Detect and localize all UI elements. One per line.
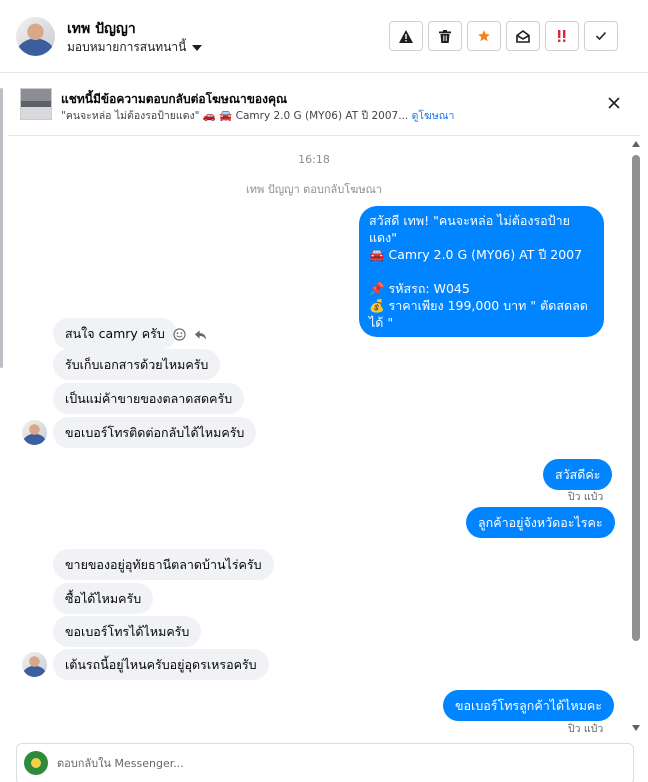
message-bubble-incoming[interactable]: รับเก็บเอกสารด้วยไหมครับ — [53, 349, 221, 380]
close-icon[interactable] — [606, 95, 622, 111]
scroll-up-arrow-icon[interactable] — [632, 141, 640, 147]
message-bubble-incoming[interactable]: เต้นรถนี้อยู่ไหนครับอยู่อุดรเหรอครับ — [53, 649, 269, 680]
message-bubble-incoming[interactable]: ขอเบอร์โทรได้ไหมครับ — [53, 616, 202, 647]
star-button[interactable] — [467, 21, 501, 51]
caret-down-icon — [192, 44, 203, 51]
contact-name[interactable]: เทพ ปัญญา — [67, 18, 136, 40]
ad-reply-banner: แชทนี้มีข้อความตอบกลับต่อโฆษณาของคุณ "คน… — [8, 73, 640, 136]
scroll-thumb[interactable] — [632, 155, 640, 641]
assign-label: มอบหมายการสนทนานี้ — [67, 40, 187, 54]
priority-icon — [558, 30, 566, 42]
emoji-react-icon[interactable] — [173, 328, 186, 341]
done-button[interactable] — [584, 21, 618, 51]
message-bubble-incoming[interactable]: สนใจ camry ครับ — [53, 318, 177, 349]
left-panel-scrollbar[interactable] — [0, 88, 3, 368]
seen-indicator: ปิว แป๋ว — [568, 491, 604, 503]
star-icon — [478, 30, 490, 42]
warning-icon — [399, 29, 413, 43]
conversation-header: เทพ ปัญญา มอบหมายการสนทนานี้ — [0, 0, 648, 73]
assign-conversation-dropdown[interactable]: มอบหมายการสนทนานี้ — [67, 38, 203, 57]
message-bubble-incoming[interactable]: ซื้อได้ไหมครับ — [53, 583, 154, 614]
seen-indicator: ปิว แป๋ว — [568, 723, 604, 735]
envelope-open-icon — [516, 29, 530, 43]
reply-composer — [16, 743, 634, 782]
ad-thumbnail[interactable] — [20, 88, 52, 120]
page-avatar — [24, 751, 48, 775]
priority-button[interactable] — [545, 21, 579, 51]
message-bubble-incoming[interactable]: ขอเบอร์โทรติดต่อกลับได้ไหมครับ — [53, 417, 257, 448]
reply-input[interactable] — [57, 752, 617, 774]
reply-icon[interactable] — [194, 329, 207, 341]
message-bubble-outgoing[interactable]: สวัสดี เทพ! "คนจะหล่อ ไม่ต้องรอป้ายแดง" … — [359, 206, 604, 337]
check-icon — [595, 31, 607, 41]
contact-avatar[interactable] — [16, 17, 55, 56]
contact-avatar-small[interactable] — [22, 420, 47, 445]
contact-avatar-small[interactable] — [22, 652, 47, 677]
delete-button[interactable] — [428, 21, 462, 51]
replied-to-ad-note: เทพ ปัญญา ตอบกลับโฆษณา — [246, 183, 382, 196]
message-bubble-outgoing[interactable]: ลูกค้าอยู่จังหวัดอะไรคะ — [466, 507, 615, 538]
message-bubble-outgoing[interactable]: ขอเบอร์โทรลูกค้าได้ไหมคะ — [443, 690, 615, 721]
trash-icon — [439, 29, 451, 43]
thread-scrollbar[interactable] — [630, 137, 644, 737]
message-actions — [173, 328, 207, 341]
mark-unread-button[interactable] — [506, 21, 540, 51]
action-toolbar — [389, 21, 618, 51]
scroll-down-arrow-icon[interactable] — [632, 725, 640, 731]
message-bubble-incoming[interactable]: เป็นแม่ค้าขายของตลาดสดครับ — [53, 383, 245, 414]
ad-subtitle-text: "คนจะหล่อ ไม่ต้องรอป้ายแดง" 🚗 🚘 Camry 2.… — [61, 110, 409, 122]
report-button[interactable] — [389, 21, 423, 51]
message-thread[interactable]: 16:18 เทพ ปัญญา ตอบกลับโฆษณา สวัสดี เทพ!… — [8, 137, 640, 737]
message-timestamp: 16:18 — [298, 153, 330, 166]
view-ad-link[interactable]: ดูโฆษณา — [412, 110, 455, 122]
message-bubble-incoming[interactable]: ขายของอยู่อุทัยธานีตลาดบ้านไร่ครับ — [53, 549, 274, 580]
message-bubble-outgoing[interactable]: สวัสดีค่ะ — [543, 459, 613, 490]
ad-banner-subtitle: "คนจะหล่อ ไม่ต้องรอป้ายแดง" 🚗 🚘 Camry 2.… — [61, 107, 454, 124]
